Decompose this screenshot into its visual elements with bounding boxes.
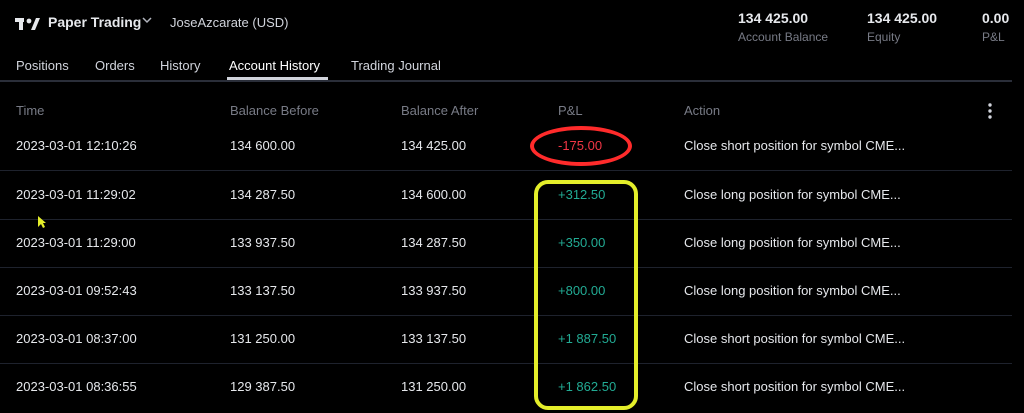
cell-balance-before: 133 937.50 [230,235,296,250]
cell-balance-before: 133 137.50 [230,283,296,298]
table-row[interactable]: 2023-03-01 08:37:00 131 250.00 133 137.5… [0,315,1012,364]
tradingview-logo-icon[interactable] [15,15,41,33]
table-row[interactable]: 2023-03-01 11:29:02 134 287.50 134 600.0… [0,171,1012,220]
cell-action: Close long position for symbol CME... [684,283,901,298]
table-header: Time Balance Before Balance After P&L Ac… [0,96,1024,124]
account-balance-stat: 134 425.00 Account Balance [738,10,828,44]
cell-time: 2023-03-01 11:29:02 [16,187,136,202]
account-name: JoseAzcarate (USD) [170,15,289,30]
active-tab-indicator [227,77,328,80]
column-header-balance-after[interactable]: Balance After [401,103,478,118]
pnl-value: 0.00 [982,10,1010,26]
table-row[interactable]: 2023-03-01 12:10:26 134 600.00 134 425.0… [0,122,1012,171]
column-header-time[interactable]: Time [16,103,44,118]
cell-balance-after: 133 937.50 [401,283,467,298]
pnl-label: P&L [982,30,1005,44]
cell-balance-after: 134 600.00 [401,187,467,202]
cell-action: Close long position for symbol CME... [684,187,901,202]
table-row[interactable]: 2023-03-01 08:36:55 129 387.50 131 250.0… [0,363,1012,411]
chevron-down-icon[interactable] [142,15,152,25]
cell-action: Close short position for symbol CME... [684,379,906,394]
equity-stat: 134 425.00 Equity [867,10,937,44]
table-row[interactable]: 2023-03-01 09:52:43 133 137.50 133 937.5… [0,267,1012,316]
tab-bar: Positions Orders History Account History… [0,50,1024,80]
cell-balance-after: 131 250.00 [401,379,467,394]
cursor-icon [38,216,46,228]
cell-time: 2023-03-01 11:29:00 [16,235,136,250]
top-bar: Paper Trading JoseAzcarate (USD) 134 425… [0,0,1024,50]
account-balance-label: Account Balance [738,30,829,44]
broker-name[interactable]: Paper Trading [48,14,141,30]
red-circle-annotation [530,126,632,166]
cell-action: Close long position for symbol CME... [684,235,901,250]
tab-account-history[interactable]: Account History [229,58,320,73]
tab-positions[interactable]: Positions [16,58,69,73]
cell-balance-before: 134 287.50 [230,187,296,202]
column-header-balance-before[interactable]: Balance Before [230,103,319,118]
cell-balance-before: 134 600.00 [230,138,296,153]
more-vertical-icon[interactable] [984,102,996,120]
equity-value: 134 425.00 [867,10,938,26]
cell-balance-after: 134 425.00 [401,138,467,153]
cell-time: 2023-03-01 12:10:26 [16,138,137,153]
column-header-pnl[interactable]: P&L [558,103,583,118]
table-row[interactable]: 2023-03-01 11:29:00 133 937.50 134 287.5… [0,219,1012,268]
column-header-action[interactable]: Action [684,103,720,118]
cell-time: 2023-03-01 08:37:00 [16,331,137,346]
cell-time: 2023-03-01 08:36:55 [16,379,137,394]
pnl-stat: 0.00 P&L [982,10,1009,44]
equity-label: Equity [867,30,901,44]
yellow-box-annotation [534,180,638,410]
cell-balance-after: 134 287.50 [401,235,467,250]
cell-time: 2023-03-01 09:52:43 [16,283,137,298]
tab-history[interactable]: History [160,58,200,73]
cell-balance-before: 129 387.50 [230,379,296,394]
tab-orders[interactable]: Orders [95,58,135,73]
cell-balance-after: 133 137.50 [401,331,467,346]
tab-divider [0,80,1012,82]
cell-balance-before: 131 250.00 [230,331,296,346]
cell-action: Close short position for symbol CME... [684,331,906,346]
cell-action: Close short position for symbol CME... [684,138,906,153]
tab-trading-journal[interactable]: Trading Journal [351,58,441,73]
account-balance-value: 134 425.00 [738,10,809,26]
